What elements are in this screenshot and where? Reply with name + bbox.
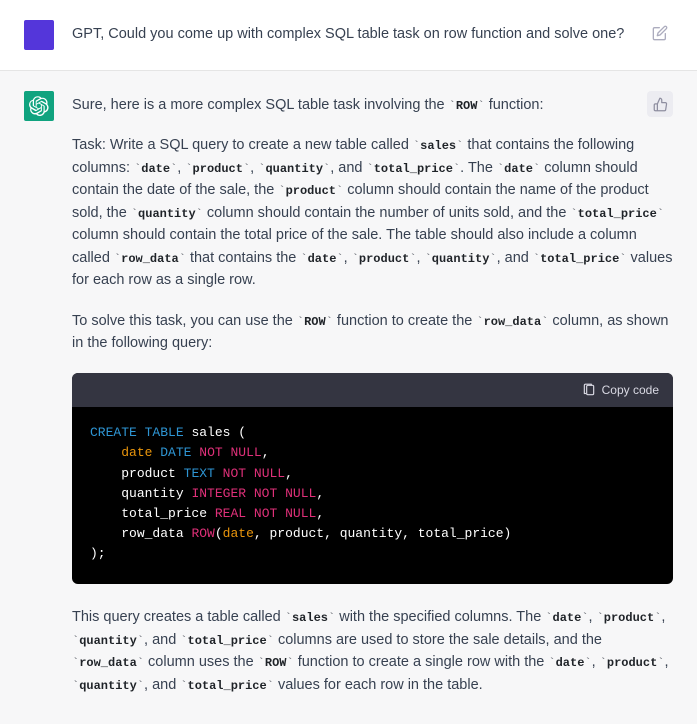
code-block: Copy code CREATE TABLE sales ( date DATE… (72, 373, 673, 585)
assistant-content: Sure, here is a more complex SQL table t… (72, 91, 673, 696)
copy-code-button[interactable]: Copy code (582, 381, 659, 400)
copy-code-label: Copy code (602, 381, 659, 400)
clipboard-icon (582, 383, 596, 397)
assistant-para-4: This query creates a table called sales … (72, 606, 673, 696)
user-message: GPT, Could you come up with complex SQL … (0, 0, 697, 71)
assistant-para-3: To solve this task, you can use the ROW … (72, 310, 673, 355)
openai-icon (29, 96, 49, 116)
assistant-message: Sure, here is a more complex SQL table t… (0, 71, 697, 724)
user-content: GPT, Could you come up with complex SQL … (72, 20, 673, 50)
edit-icon (652, 25, 668, 41)
assistant-avatar (24, 91, 54, 121)
code-toolbar: Copy code (72, 373, 673, 408)
assistant-para-2: Task: Write a SQL query to create a new … (72, 134, 673, 291)
thumbs-up-button[interactable] (647, 91, 673, 117)
user-avatar (24, 20, 54, 50)
thumbs-up-icon (653, 97, 668, 112)
edit-button[interactable] (647, 20, 673, 46)
assistant-para-1: Sure, here is a more complex SQL table t… (72, 94, 673, 116)
user-text: GPT, Could you come up with complex SQL … (72, 23, 673, 45)
code-content: CREATE TABLE sales ( date DATE NOT NULL,… (72, 407, 673, 584)
